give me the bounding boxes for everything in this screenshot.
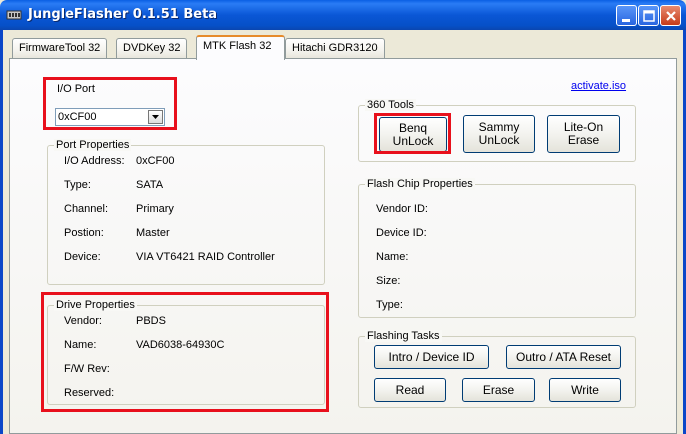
window-title: JungleFlasher 0.1.51 Beta xyxy=(28,7,218,22)
tab-hitachi[interactable]: Hitachi GDR3120 xyxy=(285,38,385,58)
tab-label: MTK Flash 32 xyxy=(203,40,272,52)
vendor-label: Vendor: xyxy=(64,315,102,327)
name-label: Name: xyxy=(64,339,97,351)
chip-name-label: Name: xyxy=(376,251,409,263)
chip-type-label: Type: xyxy=(376,299,403,311)
device-id-label: Device ID: xyxy=(376,227,427,239)
position-label: Postion: xyxy=(64,227,104,239)
device-value: VIA VT6421 RAID Controller xyxy=(136,251,275,263)
io-port-value: 0xCF00 xyxy=(58,111,97,123)
chip-size-label: Size: xyxy=(376,275,401,287)
channel-value: Primary xyxy=(136,203,174,215)
drive-properties-title: Drive Properties xyxy=(54,299,137,311)
fw-rev-label: F/W Rev: xyxy=(64,363,110,375)
maximize-button[interactable] xyxy=(638,5,659,26)
tab-label: FirmwareTool 32 xyxy=(19,42,101,54)
sammy-unlock-label: Sammy UnLock xyxy=(478,120,520,147)
position-value: Master xyxy=(136,227,170,239)
maximize-icon xyxy=(643,10,655,22)
type-value: SATA xyxy=(136,179,164,191)
device-label: Device: xyxy=(64,251,101,263)
minimize-button[interactable] xyxy=(616,5,637,26)
channel-label: Channel: xyxy=(64,203,109,215)
vendor-id-label: Vendor ID: xyxy=(376,203,428,215)
app-icon xyxy=(6,10,22,20)
dropdown-button[interactable] xyxy=(148,110,163,124)
tab-firmwaretool[interactable]: FirmwareTool 32 xyxy=(12,38,108,58)
sammy-unlock-button[interactable]: Sammy UnLock xyxy=(463,115,535,153)
name-value: VAD6038-64930C xyxy=(136,339,225,351)
benq-unlock-button[interactable]: Benq UnLock xyxy=(379,117,447,152)
outro-ata-reset-button[interactable]: Outro / ATA Reset xyxy=(506,345,621,369)
io-address-value: 0xCF00 xyxy=(136,155,175,167)
activate-iso-link[interactable]: activate.iso xyxy=(571,80,626,92)
tab-dvdkey[interactable]: DVDKey 32 xyxy=(116,38,188,58)
chevron-down-icon xyxy=(152,115,159,119)
benq-unlock-label: Benq UnLock xyxy=(392,120,434,148)
close-icon xyxy=(666,11,676,21)
type-label: Type: xyxy=(64,179,91,191)
tab-label: Hitachi GDR3120 xyxy=(292,42,378,54)
flashing-tasks-title: Flashing Tasks xyxy=(365,330,442,342)
tools-360-title: 360 Tools xyxy=(365,99,416,111)
liteon-erase-label: Lite-On Erase xyxy=(563,120,604,147)
io-address-label: I/O Address: xyxy=(64,155,125,167)
tab-mtk-flash[interactable]: MTK Flash 32 xyxy=(196,35,285,60)
close-button[interactable] xyxy=(660,5,681,26)
write-button[interactable]: Write xyxy=(549,378,621,402)
port-properties-title: Port Properties xyxy=(54,139,132,151)
title-bar[interactable]: JungleFlasher 0.1.51 Beta xyxy=(0,0,686,30)
erase-button[interactable]: Erase xyxy=(462,378,535,402)
flash-chip-title: Flash Chip Properties xyxy=(365,178,475,190)
vendor-value: PBDS xyxy=(136,315,166,327)
liteon-erase-button[interactable]: Lite-On Erase xyxy=(547,115,620,153)
reserved-label: Reserved: xyxy=(64,387,115,399)
minimize-icon xyxy=(622,19,630,22)
read-button[interactable]: Read xyxy=(374,378,446,402)
tab-label: DVDKey 32 xyxy=(123,42,181,54)
io-port-select[interactable]: 0xCF00 xyxy=(55,108,165,126)
intro-device-id-button[interactable]: Intro / Device ID xyxy=(374,345,489,369)
io-port-label: I/O Port xyxy=(57,83,95,95)
